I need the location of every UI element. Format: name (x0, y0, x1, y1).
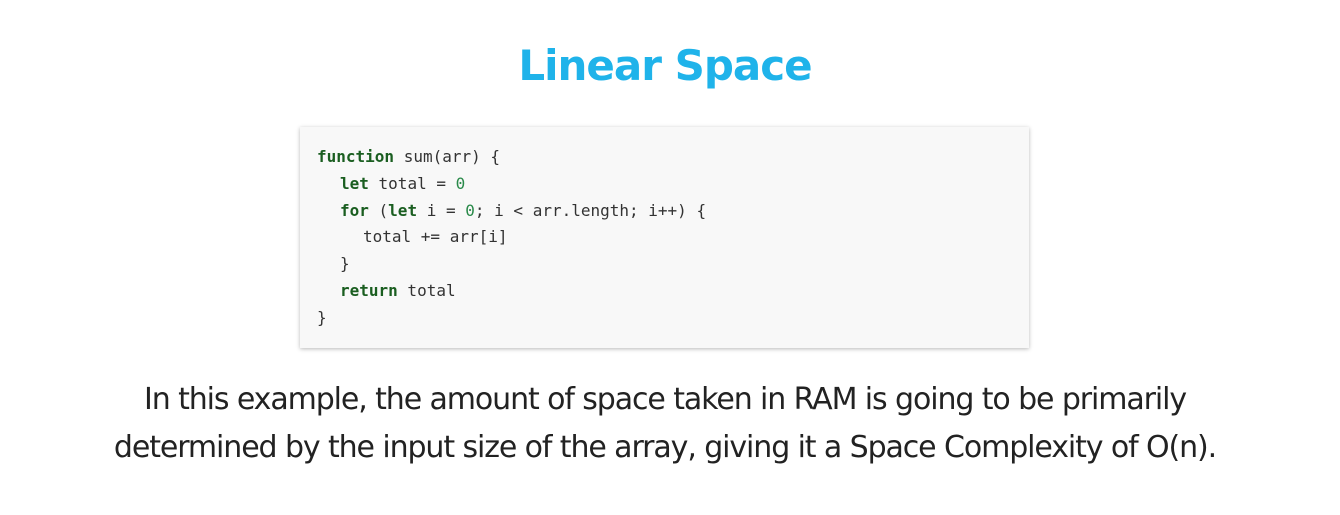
code-keyword: let (388, 200, 418, 220)
code-line-1: function sum(arr) { (317, 144, 1013, 171)
code-text: ; i < arr.length; i++) { (474, 200, 707, 220)
code-keyword: for (340, 200, 369, 220)
code-line-4: total += arr[i] (317, 224, 1013, 251)
code-text: i = (417, 200, 466, 220)
code-text: sum(arr) { (394, 147, 501, 166)
code-number: 0 (465, 200, 475, 220)
slide: Linear Space function sum(arr) { let tot… (0, 0, 1340, 515)
code-text: } (317, 307, 327, 327)
code-text: total = (368, 173, 456, 193)
code-line-2: let total = 0 (317, 171, 1013, 198)
code-keyword: function (317, 147, 395, 166)
description-line-2: determined by the input size of the arra… (113, 430, 1217, 465)
code-block: function sum(arr) { let total = 0 for (l… (300, 127, 1029, 348)
code-line-6: return total (317, 278, 1013, 305)
slide-title: Linear Space (518, 41, 812, 90)
code-text: total += arr[i] (363, 227, 508, 247)
code-keyword: let (340, 173, 369, 193)
description-line-1: In this example, the amount of space tak… (143, 382, 1187, 417)
code-number: 0 (455, 173, 466, 193)
description-text: In this example, the amount of space tak… (0, 376, 1330, 472)
code-line-7: } (317, 305, 1013, 332)
code-line-5: } (317, 251, 1013, 278)
code-keyword: return (340, 280, 398, 300)
code-line-3: for (let i = 0; i < arr.length; i++) { (317, 198, 1013, 225)
code-text: ( (368, 200, 389, 220)
code-text: total (397, 280, 456, 300)
code-text: } (340, 254, 350, 274)
